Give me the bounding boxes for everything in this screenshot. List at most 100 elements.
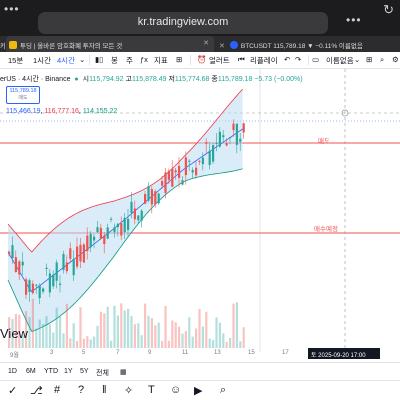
candle-body — [184, 157, 187, 176]
candle-body — [110, 218, 113, 220]
volume-bar — [140, 335, 143, 348]
volume-bar — [235, 302, 238, 348]
candle-body — [86, 235, 89, 252]
browser-menu-icon[interactable]: ••• — [346, 13, 362, 27]
candle-body — [38, 285, 41, 299]
volume-bar — [106, 306, 109, 348]
bb-basis-value: 115,466.19 — [6, 108, 41, 115]
browser-tab-bar: 카 투딩 | 올바른 암호화폐 투자의 모든 것 ✕ ✕ BTCUSDT 115,… — [0, 36, 400, 52]
measure-tool-icon[interactable]: ‖ — [102, 384, 107, 396]
text-tool-icon[interactable]: T — [148, 384, 155, 396]
candle-body — [127, 218, 130, 230]
candle-body — [235, 123, 238, 145]
candle-body — [242, 123, 245, 133]
candle-body — [48, 273, 51, 293]
volume-bar — [45, 316, 48, 348]
range-1d[interactable]: 1D — [8, 368, 17, 375]
url-text: kr.tradingview.com — [137, 16, 229, 28]
x-tick: 5 — [82, 350, 86, 356]
crosshair-tool-icon[interactable]: ✓ — [8, 384, 17, 397]
volume-bar — [65, 303, 68, 348]
range-ytd[interactable]: YTD — [44, 368, 58, 375]
range-1y[interactable]: 1Y — [64, 368, 73, 375]
candle-body — [181, 180, 184, 185]
emoji-tool-icon[interactable]: ☺ — [170, 384, 181, 396]
change-value: −5.73 (−0.00%) — [254, 76, 303, 83]
candle-body — [103, 235, 106, 245]
candle-body — [45, 267, 48, 270]
range-6m[interactable]: 6M — [26, 368, 36, 375]
candle-body — [167, 170, 170, 180]
candle-body — [89, 233, 92, 248]
tab-title: BTCUSDT 115,789.18 ▼ −0.11% 이름없음 — [240, 43, 363, 50]
range-all[interactable]: 전체 — [96, 368, 109, 378]
volume-bar — [198, 308, 201, 348]
volume-bar — [181, 333, 184, 348]
volume-bar — [174, 322, 177, 348]
candle-body — [164, 172, 167, 193]
address-field[interactable]: kr.tradingview.com — [38, 12, 328, 34]
volume-bar — [116, 315, 119, 348]
chart-canvas[interactable] — [0, 52, 400, 362]
volume-bar — [222, 333, 225, 348]
x-tick: 7 — [116, 350, 120, 356]
calendar-icon[interactable]: ▦ — [120, 368, 127, 376]
close-tab-icon[interactable]: ✕ — [219, 42, 225, 50]
sell-price-badge[interactable]: 115,789.18 매도 — [6, 86, 40, 104]
range-5y[interactable]: 5Y — [80, 368, 89, 375]
candle-body — [72, 259, 75, 276]
candle-body — [76, 246, 79, 267]
open-value: 115,794.92 — [89, 76, 124, 83]
volume-bar — [178, 326, 181, 348]
volume-bar — [212, 339, 215, 348]
volume-bar — [96, 325, 99, 348]
candle-body — [201, 157, 204, 165]
candle-body — [174, 170, 177, 173]
dots-menu-icon[interactable]: ••• — [4, 2, 20, 16]
arrow-tool-icon[interactable]: ▶ — [194, 384, 202, 397]
candle-body — [140, 210, 143, 221]
browser-url-bar: ••• kr.tradingview.com ↻ ••• — [0, 0, 400, 36]
low-value: 115,774.68 — [174, 76, 210, 83]
candle-body — [28, 280, 31, 292]
volume-bar — [42, 323, 45, 348]
x-tick: 3 — [50, 350, 54, 356]
volume-bar — [79, 307, 82, 348]
volume-bar — [167, 340, 170, 348]
volume-bar — [161, 340, 164, 348]
brush-tool-icon[interactable]: ✧ — [124, 384, 133, 397]
volume-bar — [208, 338, 211, 348]
fib-tool-icon[interactable]: # — [54, 384, 60, 396]
volume-bar — [225, 341, 228, 348]
tab-pinned[interactable]: 카 — [0, 36, 5, 52]
candle-body — [133, 208, 136, 220]
volume-bar — [38, 319, 41, 348]
x-tick: 11 — [182, 350, 189, 356]
trendline-tool-icon[interactable]: ⎇ — [30, 384, 43, 397]
volume-bar — [150, 318, 153, 348]
tab-tradingview[interactable]: ✕ BTCUSDT 115,789.18 ▼ −0.11% 이름없음 — [216, 36, 400, 52]
pattern-tool-icon[interactable]: ? — [78, 384, 84, 396]
volume-bar — [89, 339, 92, 348]
candle-body — [113, 227, 116, 233]
close-tab-icon[interactable]: ✕ — [203, 39, 209, 47]
volume-bar — [137, 323, 140, 348]
x-tick: 17 — [282, 350, 289, 356]
volume-bar — [103, 313, 106, 348]
zoom-tool-icon[interactable]: ⌕ — [220, 384, 226, 397]
candle-body — [14, 257, 17, 273]
candle-body — [52, 274, 55, 287]
reload-icon[interactable]: ↻ — [383, 2, 394, 18]
candle-body — [116, 223, 119, 228]
tab-tuding[interactable]: 투딩 | 올바른 암호화폐 투자의 모든 것 ✕ — [6, 36, 214, 52]
high-value: 115,878.49 — [131, 76, 167, 83]
volume-bar — [229, 338, 232, 348]
candle-body — [191, 170, 194, 173]
volume-bar — [239, 341, 242, 348]
candle-body — [99, 227, 102, 239]
candle-body — [178, 165, 181, 178]
candle-body — [188, 160, 191, 162]
volume-bar — [72, 323, 75, 348]
favicon-icon — [9, 41, 17, 49]
candle-body — [79, 244, 82, 262]
